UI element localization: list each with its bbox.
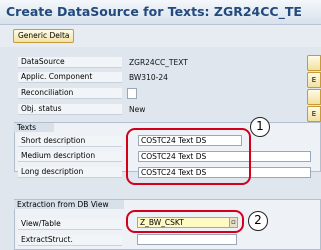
side-button-1[interactable] (307, 55, 321, 71)
datasource-label: DataSource (18, 57, 122, 68)
annotation-oval-texts (126, 128, 251, 185)
window-title: Create DataSource for Texts: ZGR24CC_TE (6, 4, 302, 19)
generic-delta-button[interactable]: Generic Delta (13, 29, 75, 43)
short-description-label: Short description (18, 136, 122, 147)
side-button-2[interactable]: E (307, 72, 321, 88)
extract-struct-label: ExtractStruct. (18, 235, 122, 246)
reconciliation-checkbox[interactable] (127, 88, 137, 99)
applic-component-value: BW310-24 (129, 73, 168, 82)
obj-status-label: Obj. status (18, 104, 122, 115)
applic-component-label: Applic. Component (18, 72, 122, 83)
title-bar: Create DataSource for Texts: ZGR24CC_TE (0, 0, 321, 25)
long-description-label: Long description (18, 167, 122, 178)
extract-struct-field[interactable] (137, 234, 237, 245)
obj-status-value: New (129, 105, 146, 114)
texts-group-title: Texts (14, 122, 54, 132)
side-button-3[interactable] (307, 89, 321, 105)
application-toolbar: Generic Delta (0, 25, 321, 47)
annotation-oval-viewtable (126, 210, 244, 233)
callout-1: 1 (250, 117, 270, 137)
medium-description-label: Medium description (18, 151, 122, 162)
callout-2: 2 (248, 211, 268, 231)
view-table-label: View/Table (18, 219, 122, 230)
side-button-4[interactable]: E (307, 106, 321, 122)
reconciliation-label: Reconciliation (18, 88, 122, 99)
datasource-value: ZGR24CC_TEXT (129, 58, 188, 67)
extraction-group-title: Extraction from DB View (14, 199, 124, 209)
